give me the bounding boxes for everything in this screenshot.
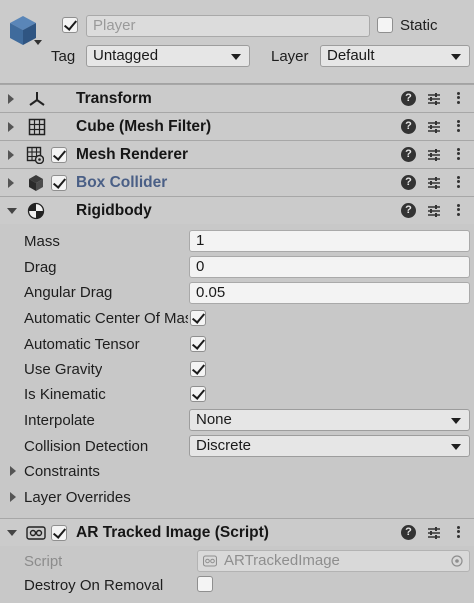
angular-drag-label: Angular Drag [24,284,113,301]
layer-value: Default [327,47,375,64]
more-menu-icon[interactable] [455,524,461,542]
chevron-down-icon [451,444,461,450]
inspector-panel: Player Static Tag Untagged Layer Default… [0,0,474,603]
automatic-center-of-mass-checkbox[interactable] [190,310,206,326]
component-title: Box Collider [76,174,168,191]
collision-detection-label: Collision Detection [24,438,149,455]
foldout-arrow-icon[interactable] [8,94,14,104]
static-checkbox[interactable] [377,17,393,33]
presets-icon[interactable] [426,119,442,135]
chevron-down-icon [451,418,461,424]
ar-tracked-image-properties: Script ARTrackedImage Destroy On Removal [0,546,474,603]
chevron-down-icon [231,54,241,60]
static-label: Static [400,17,438,34]
interpolate-dropdown[interactable]: None [189,409,470,431]
mesh-renderer-enabled-checkbox[interactable] [51,147,67,163]
presets-icon[interactable] [426,525,442,541]
transform-icon [29,92,45,106]
component-box-collider[interactable]: Box Collider ? [0,168,474,196]
layer-label: Layer [271,48,309,65]
collision-detection-value: Discrete [196,437,252,454]
help-icon[interactable]: ? [401,203,416,218]
interpolate-value: None [196,411,232,428]
script-file-icon [203,555,217,567]
help-icon[interactable]: ? [401,525,416,540]
foldout-arrow-icon[interactable] [8,178,14,188]
help-icon[interactable]: ? [401,119,416,134]
layer-dropdown[interactable]: Default [320,45,470,67]
layer-overrides-label[interactable]: Layer Overrides [24,489,131,506]
mass-label: Mass [24,233,60,250]
help-icon[interactable]: ? [401,91,416,106]
presets-icon[interactable] [426,91,442,107]
component-mesh-filter[interactable]: Cube (Mesh Filter) ? [0,112,474,140]
constraints-foldout-icon[interactable] [10,466,16,476]
drag-field[interactable]: 0 [189,256,470,278]
grid-icon [28,118,46,136]
use-gravity-checkbox[interactable] [190,361,206,377]
more-menu-icon[interactable] [455,90,461,108]
destroy-on-removal-label: Destroy On Removal [24,577,164,594]
presets-icon[interactable] [426,147,442,163]
component-title: Rigidbody [76,202,152,219]
layer-overrides-foldout-icon[interactable] [10,492,16,502]
foldout-arrow-icon[interactable] [7,208,17,214]
presets-icon[interactable] [426,175,442,191]
use-gravity-label: Use Gravity [24,361,103,378]
mass-field[interactable]: 1 [189,230,470,252]
automatic-center-of-mass-label: Automatic Center Of Mass [24,310,188,327]
component-rigidbody[interactable]: Rigidbody ? [0,196,474,224]
more-menu-icon[interactable] [455,118,461,136]
help-icon[interactable]: ? [401,175,416,190]
constraints-label[interactable]: Constraints [24,463,100,480]
angular-drag-field[interactable]: 0.05 [189,282,470,304]
automatic-tensor-label: Automatic Tensor [24,336,140,353]
component-ar-tracked-image[interactable]: AR Tracked Image (Script) ? [0,518,474,546]
interpolate-label: Interpolate [24,412,95,429]
tag-value: Untagged [93,47,159,64]
more-menu-icon[interactable] [455,202,461,220]
ar-tracked-image-enabled-checkbox[interactable] [51,525,67,541]
is-kinematic-label: Is Kinematic [24,386,106,403]
script-value: ARTrackedImage [224,552,340,569]
component-title: AR Tracked Image (Script) [76,524,269,541]
foldout-arrow-icon[interactable] [8,122,14,132]
destroy-on-removal-checkbox[interactable] [197,576,213,592]
more-menu-icon[interactable] [455,174,461,192]
component-title: Cube (Mesh Filter) [76,118,212,135]
box-collider-icon [29,175,43,191]
presets-icon[interactable] [426,203,442,219]
component-title: Mesh Renderer [76,146,188,163]
component-title: Transform [76,90,152,107]
object-picker-icon [451,555,463,567]
foldout-arrow-icon[interactable] [8,150,14,160]
chevron-down-icon [451,54,461,60]
gameobject-name-field[interactable]: Player [86,15,370,37]
gameobject-active-checkbox[interactable] [62,17,78,33]
tag-dropdown[interactable]: Untagged [86,45,250,67]
mesh-renderer-icon [26,146,44,164]
is-kinematic-checkbox[interactable] [190,386,206,402]
help-icon[interactable]: ? [401,147,416,162]
more-menu-icon[interactable] [455,146,461,164]
tag-label: Tag [51,48,76,65]
script-label: Script [24,553,63,570]
icon-dropdown-arrow[interactable] [34,40,42,45]
automatic-tensor-checkbox[interactable] [190,336,206,352]
component-transform[interactable]: Transform ? [0,84,474,112]
foldout-arrow-icon[interactable] [7,530,17,536]
gameobject-header: Player Static Tag Untagged Layer Default [0,0,474,84]
box-collider-enabled-checkbox[interactable] [51,175,67,191]
component-mesh-renderer[interactable]: Mesh Renderer ? [0,140,474,168]
script-icon [26,526,46,540]
rigidbody-icon [27,202,45,220]
rigidbody-properties: Mass 1 Drag 0 Angular Drag 0.05 Automati… [0,224,474,518]
script-object-field: ARTrackedImage [197,550,470,572]
collision-detection-dropdown[interactable]: Discrete [189,435,470,457]
drag-label: Drag [24,259,57,276]
